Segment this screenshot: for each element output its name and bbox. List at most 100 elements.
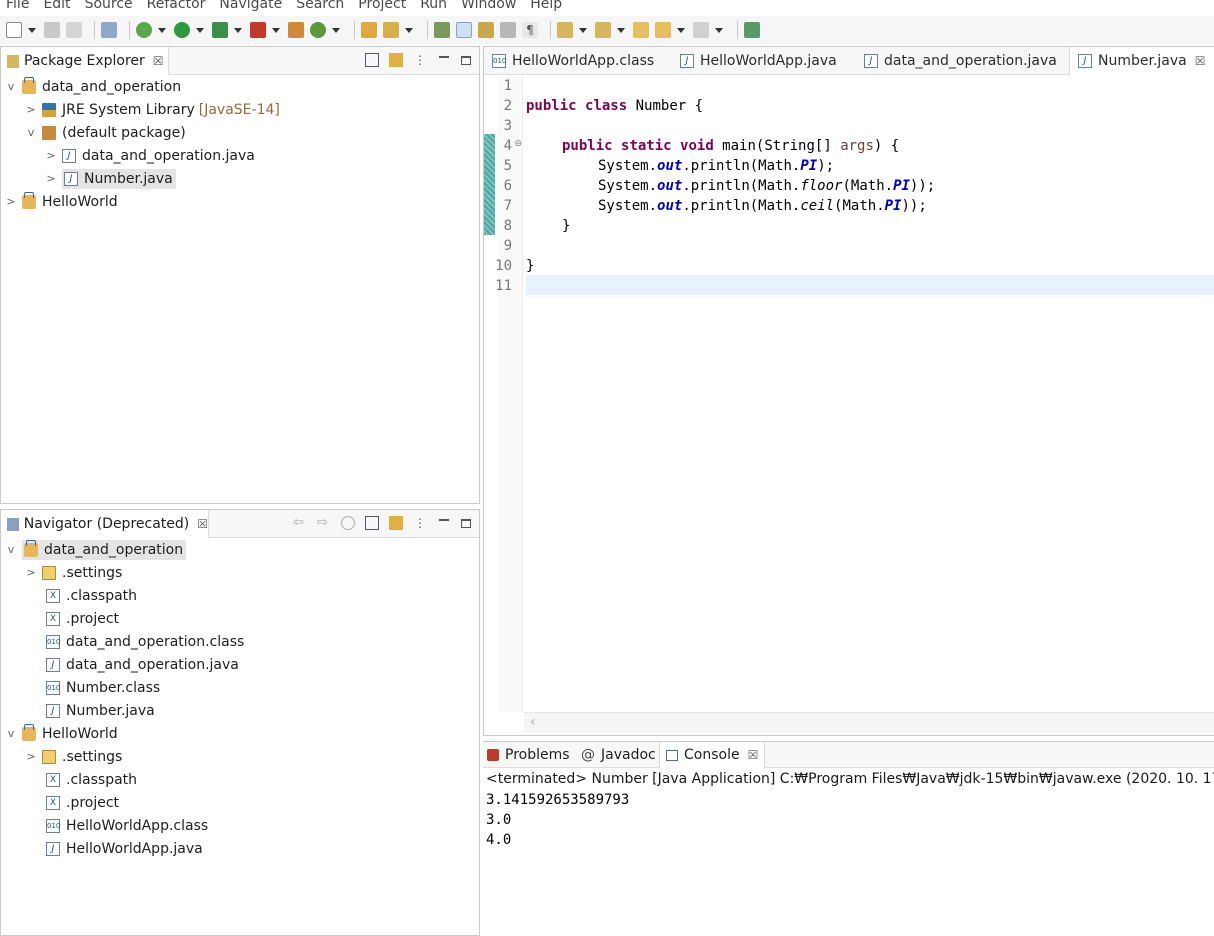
nav-item-data-and-operation-class[interactable]: 010 data_and_operation.class (42, 630, 244, 653)
minimize-icon[interactable] (439, 519, 449, 521)
collapse-all-icon[interactable] (365, 53, 379, 67)
mark-occurrences-icon[interactable] (456, 22, 472, 38)
link-with-editor-icon[interactable] (389, 53, 403, 67)
debug-dropdown-icon[interactable] (158, 27, 166, 33)
link-with-editor-icon[interactable] (389, 516, 403, 530)
back-arrow-icon[interactable]: ⇦ (293, 516, 307, 530)
toggle-ant-editor-icon[interactable] (434, 22, 450, 38)
tab-helloworldapp-class[interactable]: 010 HelloWorldApp.class (484, 47, 662, 75)
coverage-icon[interactable] (212, 22, 228, 38)
menu-file[interactable]: File (6, 0, 29, 12)
expand-toggle[interactable]: v (6, 80, 16, 93)
expand-toggle[interactable]: > (46, 172, 56, 185)
new-class-icon[interactable] (310, 22, 326, 38)
menu-edit[interactable]: Edit (43, 0, 70, 12)
scroll-left-icon[interactable]: ‹ (530, 714, 536, 730)
block-selection-icon[interactable] (478, 22, 494, 38)
view-menu-icon[interactable]: ⋮ (413, 516, 427, 530)
menu-run[interactable]: Run (420, 0, 447, 12)
menu-window[interactable]: Window (461, 0, 516, 12)
nav-item-data-and-operation-java[interactable]: J data_and_operation.java (42, 653, 239, 676)
debug-icon[interactable] (136, 22, 152, 38)
tree-item-data-and-operation-java[interactable]: > J data_and_operation.java (46, 144, 254, 167)
expand-toggle[interactable]: v (26, 126, 36, 139)
tree-item-jre-system-library[interactable]: > JRE System Library [JavaSE-14] (26, 98, 279, 121)
nav-item-classpath[interactable]: X .classpath (42, 768, 137, 791)
show-whitespace-icon[interactable] (500, 22, 516, 38)
save-all-icon[interactable] (66, 22, 82, 38)
nav-item-settings[interactable]: > .settings (26, 745, 122, 768)
expand-toggle[interactable]: > (46, 149, 56, 162)
tab-javadoc[interactable]: @ Javadoc (581, 742, 656, 768)
new-java-project-icon[interactable] (288, 22, 304, 38)
nav-item-classpath[interactable]: X .classpath (42, 584, 137, 607)
collapse-all-icon[interactable] (365, 516, 379, 530)
tab-navigator[interactable]: Navigator (Deprecated) ☒ (1, 510, 209, 538)
close-icon[interactable]: ☒ (1195, 54, 1206, 68)
last-edit-location-icon[interactable] (633, 22, 649, 38)
close-icon[interactable]: ☒ (197, 517, 208, 531)
search-dropdown-icon[interactable] (405, 27, 413, 33)
menu-navigate[interactable]: Navigate (219, 0, 282, 12)
close-icon[interactable]: ☒ (748, 748, 759, 762)
expand-toggle[interactable]: > (26, 750, 36, 763)
new-icon[interactable] (6, 22, 22, 38)
nav-item-settings[interactable]: > .settings (26, 561, 122, 584)
tab-number-java[interactable]: J Number.java ☒ (1069, 47, 1214, 75)
expand-toggle[interactable]: v (6, 727, 16, 740)
external-tools-icon[interactable] (250, 22, 266, 38)
expand-toggle[interactable]: > (26, 103, 36, 116)
run-icon[interactable] (174, 22, 190, 38)
forward-dropdown-icon[interactable] (715, 27, 723, 33)
tab-problems[interactable]: Problems (487, 742, 570, 768)
tree-item-helloworld[interactable]: > HelloWorld (6, 190, 118, 213)
previous-annotation-icon[interactable] (595, 22, 611, 38)
tab-console[interactable]: Console ☒ (659, 742, 766, 768)
tree-item-number-java[interactable]: > J Number.java (46, 167, 176, 190)
previous-annotation-dropdown-icon[interactable] (617, 27, 625, 33)
new-class-dropdown-icon[interactable] (332, 27, 340, 33)
menu-help[interactable]: Help (530, 0, 562, 12)
menu-refactor[interactable]: Refactor (147, 0, 206, 12)
back-icon[interactable] (655, 22, 671, 38)
back-dropdown-icon[interactable] (677, 27, 685, 33)
nav-item-helloworld[interactable]: v HelloWorld (6, 722, 118, 745)
search-icon[interactable] (383, 22, 399, 38)
new-dropdown-icon[interactable] (28, 27, 36, 33)
tab-helloworldapp-java[interactable]: J HelloWorldApp.java (672, 47, 845, 75)
pilcrow-icon[interactable]: ¶ (522, 22, 538, 38)
nav-item-helloworldapp-java[interactable]: J HelloWorldApp.java (42, 837, 203, 860)
up-icon[interactable] (341, 516, 355, 530)
nav-item-number-java[interactable]: J Number.java (42, 699, 155, 722)
skip-breakpoints-icon[interactable] (101, 22, 117, 38)
forward-icon[interactable] (693, 22, 709, 38)
nav-item-data-and-operation[interactable]: v data_and_operation (6, 538, 187, 561)
nav-item-helloworldapp-class[interactable]: 010 HelloWorldApp.class (42, 814, 208, 837)
menu-search[interactable]: Search (296, 0, 344, 12)
open-perspective-icon[interactable] (744, 22, 760, 38)
menu-project[interactable]: Project (358, 0, 406, 12)
expand-toggle[interactable]: > (6, 195, 16, 208)
minimize-icon[interactable] (439, 56, 449, 58)
expand-toggle[interactable]: v (6, 543, 16, 556)
open-type-icon[interactable] (361, 22, 377, 38)
coverage-dropdown-icon[interactable] (234, 27, 242, 33)
tab-package-explorer[interactable]: Package Explorer ☒ (1, 47, 169, 75)
view-menu-icon[interactable]: ⋮ (413, 53, 427, 67)
forward-arrow-icon[interactable]: ⇨ (317, 516, 331, 530)
nav-item-number-class[interactable]: 010 Number.class (42, 676, 160, 699)
nav-item-project[interactable]: X .project (42, 791, 119, 814)
close-icon[interactable]: ☒ (153, 54, 164, 68)
tab-data-and-operation-java[interactable]: J data_and_operation.java (856, 47, 1065, 75)
tree-item-default-package[interactable]: v (default package) (26, 121, 186, 144)
maximize-icon[interactable] (461, 55, 471, 65)
tree-item-data-and-operation[interactable]: v data_and_operation (6, 75, 181, 98)
editor-horizontal-scrollbar[interactable]: ‹ (524, 712, 1214, 732)
fold-collapse-icon[interactable]: ⊖ (514, 134, 522, 154)
next-annotation-dropdown-icon[interactable] (579, 27, 587, 33)
nav-item-project[interactable]: X .project (42, 607, 119, 630)
run-dropdown-icon[interactable] (196, 27, 204, 33)
next-annotation-icon[interactable] (557, 22, 573, 38)
menu-source[interactable]: Source (85, 0, 133, 12)
save-icon[interactable] (44, 22, 60, 38)
